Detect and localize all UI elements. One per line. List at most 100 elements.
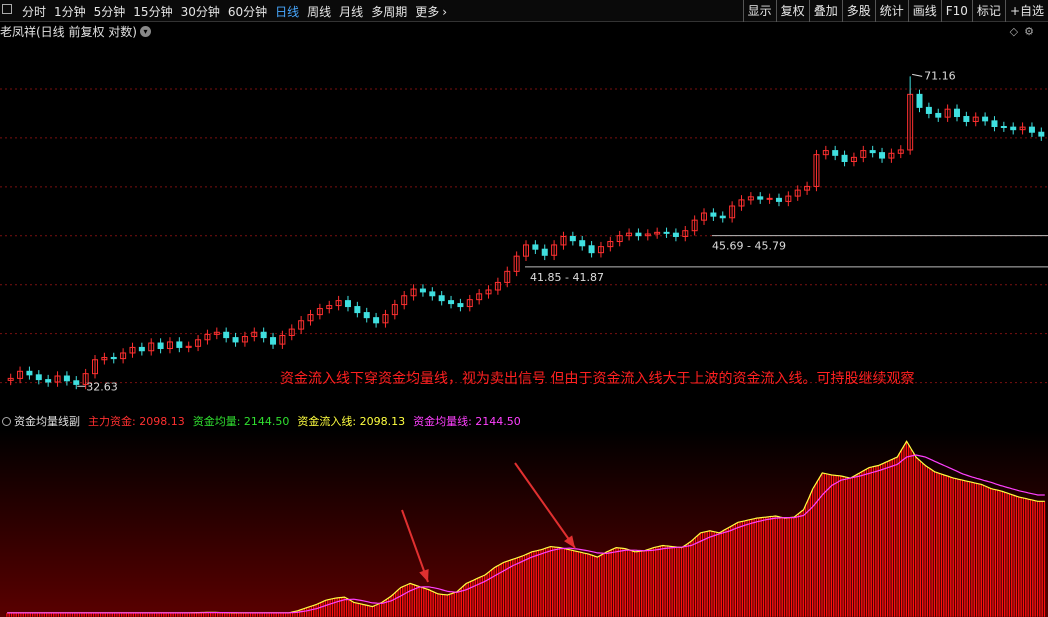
fund-bar (926, 466, 929, 617)
fund-bar (898, 452, 901, 617)
fund-bar (551, 546, 554, 617)
fund-bar (914, 456, 917, 617)
tab-period-more[interactable]: 更多 › (415, 3, 447, 20)
fund-bar (427, 589, 430, 617)
price-labels: 71.16 32.63 (77, 69, 956, 393)
candle-body (419, 288, 426, 293)
indicator-settings-icon[interactable] (2, 416, 11, 426)
fund-bar (902, 445, 906, 617)
indicator-chart[interactable] (0, 430, 1048, 617)
fund-bar (104, 612, 107, 617)
tool-button[interactable]: 统计 (874, 0, 908, 22)
tab-period[interactable]: 60分钟 (228, 3, 267, 20)
fund-bar (357, 603, 360, 617)
fund-bar (418, 586, 421, 617)
fund-bar (544, 547, 547, 617)
fund-bar (846, 477, 849, 617)
fund-bar (919, 461, 922, 617)
fund-bar (614, 547, 617, 617)
fund-bar (80, 612, 83, 617)
fund-bar (750, 518, 753, 617)
fund-bar (298, 609, 301, 617)
fund-bar (324, 600, 327, 617)
price-chart[interactable]: 45.69 - 45.79 41.85 - 41.87 71.16 32.63 (0, 40, 1048, 412)
fund-bar (108, 612, 112, 617)
window-menu-icon[interactable] (2, 4, 12, 14)
tab-period[interactable]: 周线 (307, 3, 331, 20)
indicator-name[interactable]: 资金均量线副 (14, 413, 80, 429)
fund-bar (518, 556, 521, 617)
fund-bar (842, 476, 845, 617)
fund-bar (169, 612, 172, 617)
tool-button[interactable]: F10 (940, 0, 972, 22)
fund-bar (415, 585, 418, 617)
fund-bar (706, 531, 709, 617)
indicator-field: 主力资金: 2098.13 (88, 415, 185, 428)
fund-bar (905, 441, 908, 617)
fund-bar (877, 465, 880, 617)
chart-corner-icons: ◇ ⚙ (1010, 25, 1034, 38)
tab-period[interactable]: 30分钟 (181, 3, 220, 20)
fund-bar (87, 612, 90, 617)
tool-button[interactable]: 复权 (775, 0, 809, 22)
tool-button[interactable]: +自选 (1004, 0, 1048, 22)
fund-bar (155, 612, 158, 617)
fund-bar (804, 504, 807, 617)
fund-bar (767, 516, 770, 617)
candle-body (588, 245, 595, 254)
gear-icon[interactable]: ⚙ (1024, 25, 1034, 38)
tab-period[interactable]: 5分钟 (94, 3, 126, 20)
fund-bar (938, 473, 941, 617)
fund-bar (256, 612, 259, 617)
fund-bar (853, 475, 856, 617)
fund-bar (319, 602, 322, 617)
fund-bar (153, 612, 156, 617)
fund-bar (40, 612, 44, 617)
fund-bar (694, 536, 697, 617)
fund-bar (933, 471, 936, 617)
fund-bar (685, 544, 688, 617)
tab-period[interactable]: 1分钟 (54, 3, 86, 20)
fund-bar (621, 548, 624, 617)
fund-bar (387, 597, 390, 617)
fund-bar (736, 522, 739, 617)
tool-button[interactable]: 画线 (907, 0, 941, 22)
diamond-icon[interactable]: ◇ (1010, 25, 1018, 38)
tab-period[interactable]: 多周期 (371, 3, 407, 20)
fund-bar (336, 597, 339, 617)
tool-button[interactable]: 显示 (742, 0, 776, 22)
fund-bar (760, 517, 763, 617)
fund-bar (181, 612, 184, 617)
fund-bar (167, 612, 170, 617)
tab-period[interactable]: 分时 (22, 3, 46, 20)
fund-bar (378, 603, 381, 617)
fund-bar (265, 612, 268, 617)
chevron-down-icon[interactable]: ▾ (140, 25, 151, 37)
fund-bar (633, 551, 636, 617)
candle-body (841, 154, 848, 162)
fund-bar (659, 545, 662, 617)
tool-button[interactable]: 多股 (841, 0, 875, 22)
tab-period[interactable]: 15分钟 (133, 3, 172, 20)
price-hlines: 45.69 - 45.79 41.85 - 41.87 (525, 235, 1048, 284)
indicator-field: 资金流入线: 2098.13 (297, 415, 406, 428)
fund-bar (62, 612, 65, 617)
tool-button[interactable]: 叠加 (808, 0, 842, 22)
candle-body (157, 342, 164, 350)
fund-bar (654, 546, 657, 617)
fund-bar (136, 612, 140, 617)
fund-bar (617, 547, 620, 617)
candle-body (663, 231, 670, 234)
fund-bar (827, 474, 831, 617)
fund-bar (727, 527, 730, 617)
tool-button[interactable]: 标记 (971, 0, 1005, 22)
candle-body (925, 106, 932, 114)
tab-period[interactable]: 月线 (339, 3, 363, 20)
fund-bar (406, 584, 409, 617)
fund-bar (160, 612, 163, 617)
tab-period-active[interactable]: 日线 (275, 3, 299, 20)
fund-bar (441, 594, 444, 617)
fund-bar (907, 445, 910, 617)
fund-bar (1038, 501, 1041, 617)
fund-bar (959, 479, 962, 617)
